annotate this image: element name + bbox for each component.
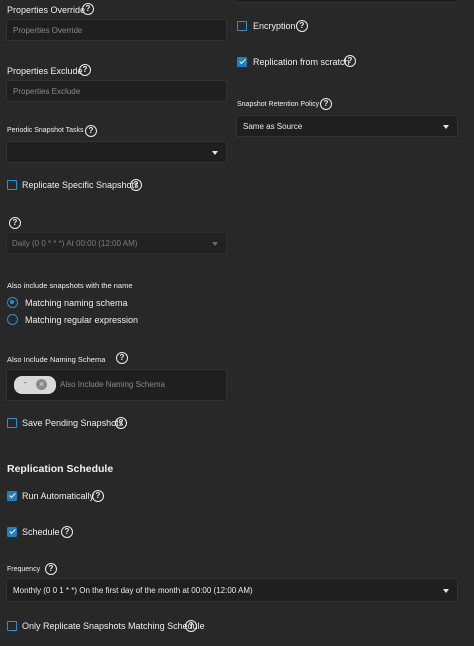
frequency-label: Frequency [7, 566, 41, 573]
schedule-label: Schedule [22, 527, 60, 537]
help-icon[interactable]: ? [185, 620, 197, 632]
naming-schema-chip-input[interactable]: - × Also Include Naming Schema [6, 369, 227, 401]
properties-override-placeholder: Properties Override [13, 26, 83, 35]
radio-matching-regular-expression-label: Matching regular expression [25, 315, 139, 325]
properties-override-label: Properties Override [7, 5, 86, 15]
naming-schema-chip[interactable]: - × [14, 376, 56, 394]
snapshot-schedule-value: Daily (0 0 * * *) At 00:00 (12:00 AM) [12, 239, 138, 248]
top-partial-field[interactable] [234, 0, 458, 3]
naming-schema-placeholder: Also Include Naming Schema [60, 380, 165, 389]
encryption-checkbox[interactable] [237, 21, 247, 31]
help-icon[interactable]: ? [82, 3, 94, 15]
schedule-checkbox[interactable] [7, 527, 17, 537]
radio-matching-regular-expression[interactable] [7, 314, 18, 325]
radio-matching-naming-schema-label: Matching naming schema [25, 298, 128, 308]
frequency-value: Monthly (0 0 1 * *) On the first day of … [13, 586, 253, 595]
help-icon[interactable]: ? [115, 417, 127, 429]
retention-policy-label: Snapshot Retention Policy [237, 101, 320, 108]
save-pending-snapshots-checkbox[interactable] [7, 418, 17, 428]
close-icon[interactable]: × [36, 379, 47, 390]
encryption-label: Encryption [253, 21, 296, 31]
chevron-down-icon [443, 589, 449, 593]
help-icon[interactable]: ? [45, 563, 57, 575]
naming-schema-chip-text: - [24, 378, 27, 387]
periodic-snapshot-tasks-label: Periodic Snapshot Tasks [7, 127, 84, 134]
only-replicate-matching-label: Only Replicate Snapshots Matching Schedu… [22, 621, 205, 631]
frequency-select[interactable]: Monthly (0 0 1 * *) On the first day of … [6, 578, 458, 602]
naming-schema-label: Also Include Naming Schema [7, 355, 106, 364]
replication-schedule-heading: Replication Schedule [7, 463, 114, 475]
chevron-down-icon [212, 151, 218, 155]
replicate-specific-snapshots-label: Replicate Specific Snapshots [22, 180, 139, 190]
periodic-snapshot-tasks-select[interactable] [6, 141, 227, 163]
run-automatically-label: Run Automatically [22, 491, 95, 501]
replicate-specific-snapshots-checkbox[interactable] [7, 180, 17, 190]
help-icon[interactable]: ? [116, 352, 128, 364]
run-automatically-checkbox[interactable] [7, 491, 17, 501]
help-icon[interactable]: ? [296, 20, 308, 32]
properties-exclude-input[interactable]: Properties Exclude [6, 80, 227, 102]
help-icon[interactable]: ? [9, 217, 21, 229]
chevron-down-icon [443, 125, 449, 129]
help-icon[interactable]: ? [79, 64, 91, 76]
replication-from-scratch-label: Replication from scratch [253, 57, 350, 67]
radio-matching-naming-schema[interactable] [7, 297, 18, 308]
properties-exclude-label: Properties Exclude [7, 66, 83, 76]
replication-from-scratch-checkbox[interactable] [237, 57, 247, 67]
help-icon[interactable]: ? [85, 125, 97, 137]
snapshot-schedule-select[interactable]: Daily (0 0 * * *) At 00:00 (12:00 AM) [6, 232, 227, 254]
only-replicate-matching-checkbox[interactable] [7, 621, 17, 631]
include-name-label: Also include snapshots with the name [7, 281, 133, 290]
properties-override-input[interactable]: Properties Override [6, 19, 227, 41]
help-icon[interactable]: ? [344, 55, 356, 67]
retention-policy-value: Same as Source [243, 122, 303, 131]
help-icon[interactable]: ? [61, 526, 73, 538]
help-icon[interactable]: ? [92, 490, 104, 502]
help-icon[interactable]: ? [320, 98, 332, 110]
properties-exclude-placeholder: Properties Exclude [13, 87, 81, 96]
retention-policy-select[interactable]: Same as Source [236, 115, 458, 137]
help-icon[interactable]: ? [130, 179, 142, 191]
save-pending-snapshots-label: Save Pending Snapshots [22, 418, 124, 428]
chevron-down-icon [212, 242, 218, 246]
